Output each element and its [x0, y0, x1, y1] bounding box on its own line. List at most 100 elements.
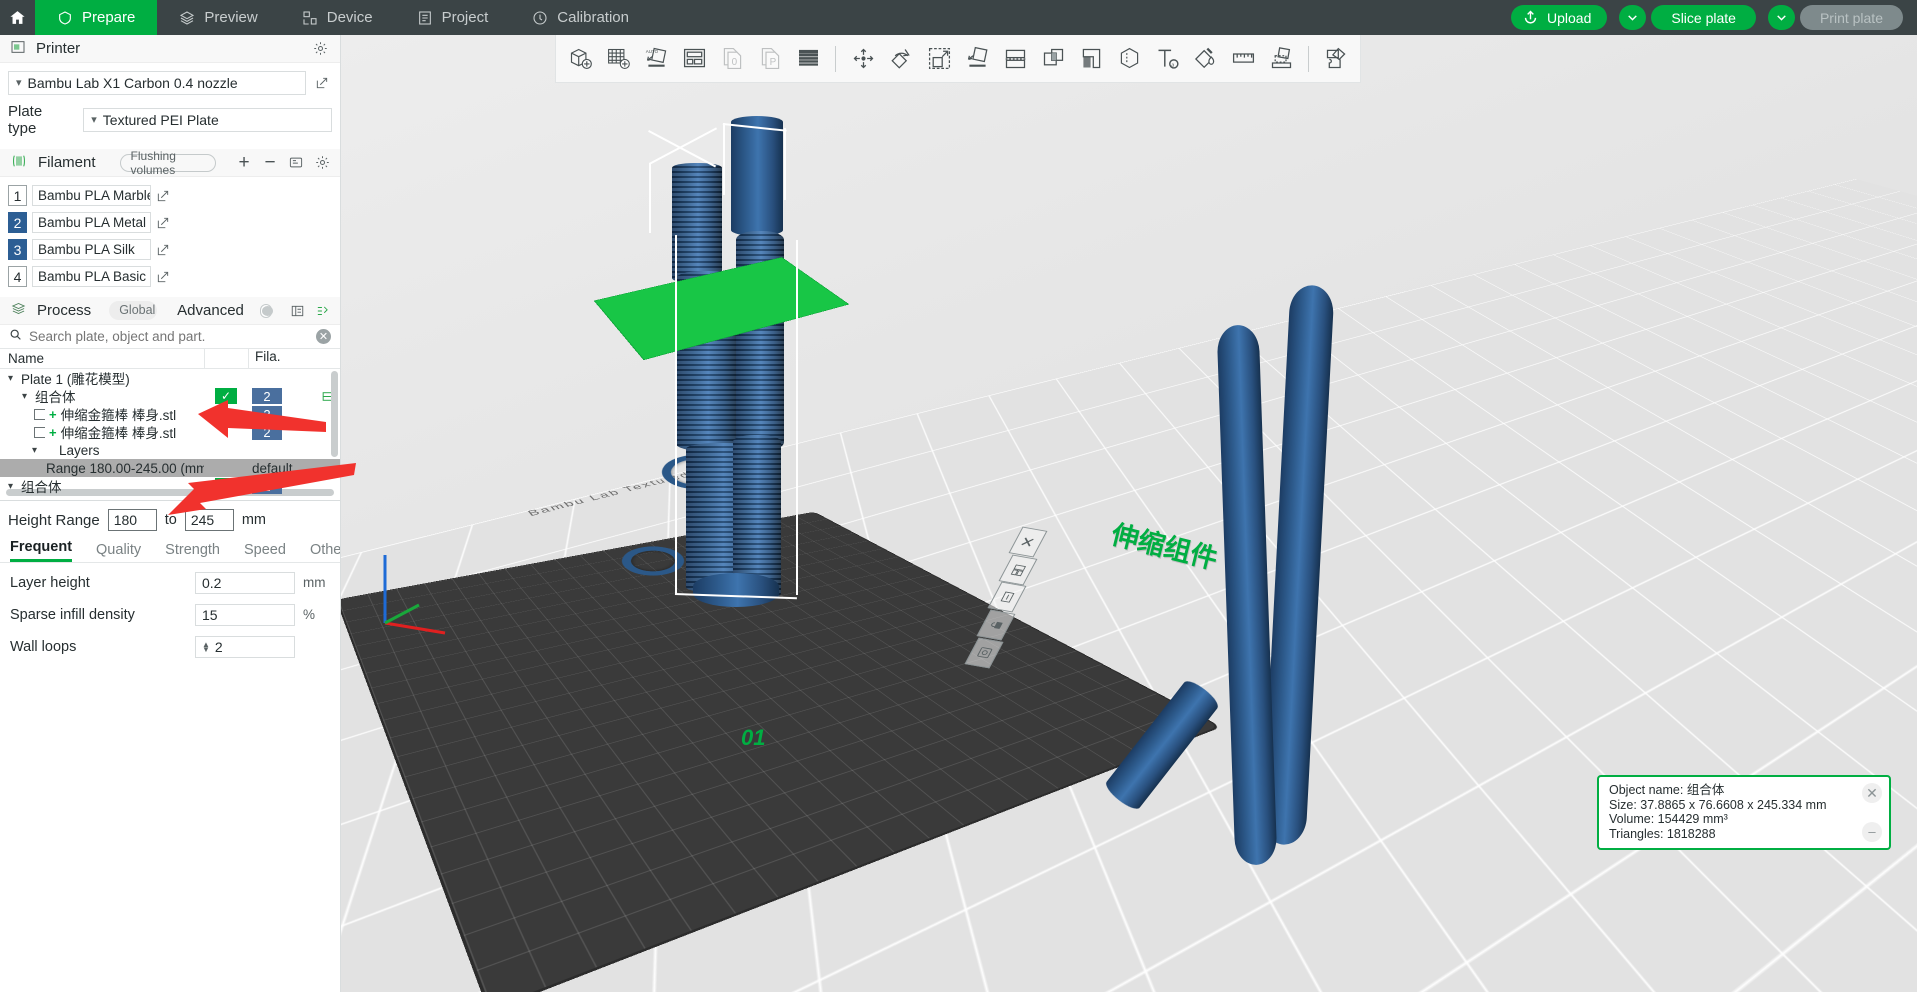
chevron-down-icon[interactable]: ▾: [4, 481, 17, 492]
scope-global-option[interactable]: Global: [109, 301, 157, 320]
tab-speed[interactable]: Speed: [244, 542, 286, 562]
search-clear-icon[interactable]: ✕: [316, 329, 331, 344]
add-object-icon[interactable]: [562, 39, 598, 79]
tab-preview-label: Preview: [204, 9, 258, 26]
scale-icon[interactable]: [921, 39, 957, 79]
plus-icon: +: [49, 406, 57, 422]
printer-preset-combo[interactable]: ▾ Bambu Lab X1 Carbon 0.4 nozzle: [8, 71, 306, 95]
tree-row-object-2[interactable]: ▾ 组合体 ✓ 2: [0, 477, 340, 495]
tree-enable-cell[interactable]: ✓: [204, 388, 248, 404]
tree-row-object-1[interactable]: ▾ 组合体 ✓ 2: [0, 387, 340, 405]
filament-4-number[interactable]: 4: [8, 266, 27, 287]
add-plate-icon[interactable]: [600, 39, 636, 79]
variable-layer-height-icon[interactable]: [790, 39, 826, 79]
slice-dropdown-caret-icon[interactable]: [1619, 5, 1647, 30]
seam-painting-icon[interactable]: [1111, 39, 1147, 79]
tab-device[interactable]: Device: [280, 0, 395, 35]
sparse-infill-density-input[interactable]: 15: [195, 603, 295, 626]
chevron-down-icon[interactable]: ▾: [28, 445, 41, 456]
filament-3-name[interactable]: Bambu PLA Silk: [32, 239, 151, 260]
print-dropdown-caret-icon[interactable]: [1767, 5, 1795, 30]
tab-preview[interactable]: Preview: [157, 0, 279, 35]
spinner-arrows-icon[interactable]: ▲ ▼: [202, 640, 210, 653]
minimize-icon[interactable]: –: [1862, 822, 1882, 842]
upload-button[interactable]: Upload: [1510, 5, 1608, 30]
copy-icon: 0: [714, 39, 750, 79]
chevron-down-icon[interactable]: ▾: [4, 373, 17, 384]
rotate-icon[interactable]: [883, 39, 919, 79]
process-list-view-icon[interactable]: [290, 301, 305, 321]
layer-height-input[interactable]: 0.2: [195, 571, 295, 594]
wall-loops-stepper[interactable]: ▲ ▼ 2: [195, 635, 295, 658]
place-on-face-icon[interactable]: [959, 39, 995, 79]
cut-icon[interactable]: [997, 39, 1033, 79]
flushing-volumes-button[interactable]: Flushing volumes: [119, 149, 217, 177]
height-range-to-input[interactable]: [184, 509, 234, 531]
tree-row-plate-1[interactable]: ▾ Plate 1 (雕花模型): [0, 369, 340, 387]
tree-enable-cell[interactable]: ✓: [204, 478, 248, 494]
object-tree[interactable]: ▾ Plate 1 (雕花模型) ▾ 组合体 ✓ 2 + 伸缩金箍棒 棒身.st…: [0, 369, 340, 495]
object-tree-vertical-scrollbar[interactable]: [331, 371, 338, 457]
chevron-down-icon[interactable]: ▾: [18, 391, 31, 402]
filament-3-edit-icon[interactable]: [156, 243, 170, 257]
tree-row-part-1[interactable]: + 伸缩金箍棒 棒身.stl 2: [0, 405, 340, 423]
search-input[interactable]: [29, 329, 309, 344]
tree-row-layers[interactable]: ▾ Layers: [0, 441, 340, 459]
mesh-boolean-icon[interactable]: [1035, 39, 1071, 79]
color-painting-icon[interactable]: [1187, 39, 1223, 79]
tree-row-part-2[interactable]: + 伸缩金箍棒 棒身.stl 2: [0, 423, 340, 441]
tab-calibration-label: Calibration: [557, 9, 629, 26]
filament-4-edit-icon[interactable]: [156, 270, 170, 284]
arrange-icon[interactable]: [676, 39, 712, 79]
auto-orient-icon[interactable]: AUTO: [638, 39, 674, 79]
height-range-from-input[interactable]: [107, 509, 157, 531]
tab-others[interactable]: Others: [310, 542, 340, 562]
remove-filament-button[interactable]: −: [262, 152, 278, 173]
tree-fila-cell[interactable]: 2: [248, 388, 314, 404]
tree-fila-cell[interactable]: 2: [248, 478, 314, 494]
tree-label-object-2: 组合体: [21, 480, 62, 495]
printer-preset-edit-icon[interactable]: [312, 73, 332, 93]
filament-1-edit-icon[interactable]: [156, 189, 170, 203]
filament-sync-icon[interactable]: [288, 153, 304, 173]
process-icon: [10, 301, 27, 320]
process-compare-icon[interactable]: [315, 301, 330, 321]
home-icon[interactable]: [0, 0, 35, 35]
plate-type-row: Plate type ▾ Textured PEI Plate: [8, 103, 332, 137]
tab-prepare[interactable]: Prepare: [35, 0, 158, 35]
tab-project[interactable]: Project: [395, 0, 511, 35]
tab-strength[interactable]: Strength: [165, 542, 220, 562]
tree-fila-cell[interactable]: 2: [248, 424, 314, 440]
measure-icon[interactable]: [1225, 39, 1261, 79]
process-section-title: Process: [37, 302, 92, 319]
tab-calibration[interactable]: Calibration: [510, 0, 651, 35]
3d-viewport[interactable]: Bambu Lab Textured PEI Plate 01 伸缩组件 ✕ A…: [341, 35, 1917, 992]
text-emboss-icon[interactable]: a: [1149, 39, 1185, 79]
filament-4-name[interactable]: Bambu PLA Basic: [32, 266, 151, 287]
filament-icon: [10, 153, 28, 173]
filament-2-name[interactable]: Bambu PLA Metal: [32, 212, 151, 233]
close-icon[interactable]: ✕: [1862, 783, 1882, 803]
tree-label-part-1: 伸缩金箍棒 棒身.stl: [60, 408, 177, 423]
support-painting-icon[interactable]: [1073, 39, 1109, 79]
filament-2-edit-icon[interactable]: [156, 216, 170, 230]
filament-1-number[interactable]: 1: [8, 185, 27, 206]
printer-settings-gear-icon[interactable]: [310, 39, 330, 59]
slice-plate-button[interactable]: Slice plate: [1651, 5, 1756, 30]
move-icon[interactable]: [845, 39, 881, 79]
filament-2-number[interactable]: 2: [8, 212, 27, 233]
assembly-icon[interactable]: [1263, 39, 1299, 79]
filament-settings-gear-icon[interactable]: [314, 153, 330, 173]
tab-quality[interactable]: Quality: [96, 542, 141, 562]
svg-text:P: P: [769, 57, 776, 68]
plate-type-combo[interactable]: ▾ Textured PEI Plate: [83, 108, 332, 132]
tab-frequent[interactable]: Frequent: [10, 539, 73, 562]
tree-fila-cell[interactable]: 2: [248, 406, 314, 422]
filament-1-name[interactable]: Bambu PLA Marble: [32, 185, 151, 206]
advanced-toggle[interactable]: [259, 303, 273, 318]
column-fila-header: Fila.: [248, 348, 314, 369]
tree-row-height-range[interactable]: Range 180.00-245.00 (mm) default: [0, 459, 340, 477]
add-filament-button[interactable]: +: [236, 152, 252, 173]
filament-3-number[interactable]: 3: [8, 239, 27, 260]
simplify-model-icon[interactable]: [1318, 39, 1354, 79]
